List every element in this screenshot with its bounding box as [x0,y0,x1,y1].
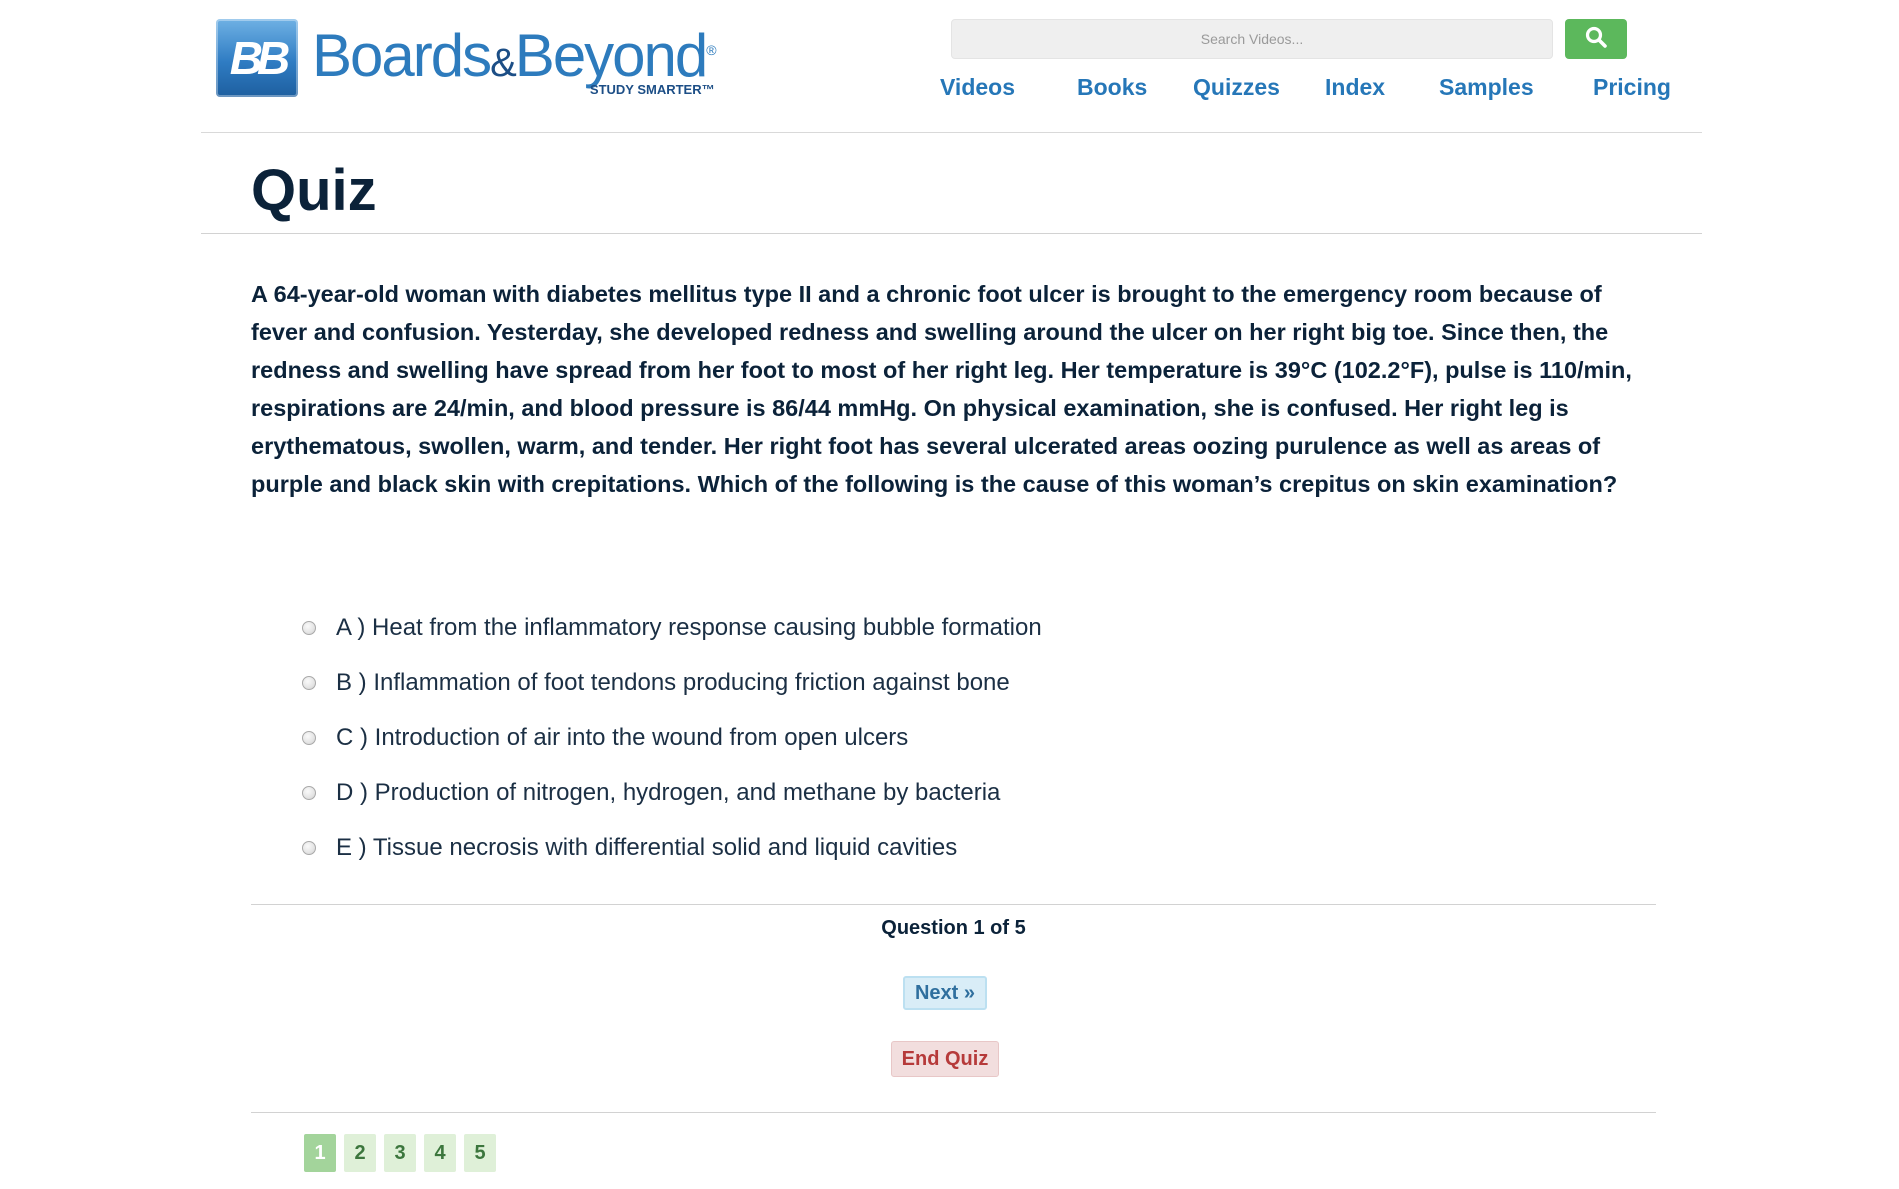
search-placeholder: Search Videos... [1200,31,1304,47]
nav-quizzes[interactable]: Quizzes [1193,74,1280,101]
end-quiz-button[interactable]: End Quiz [891,1041,999,1077]
answer-option-a[interactable]: A ) Heat from the inflammatory response … [302,600,1502,655]
answer-options: A ) Heat from the inflammatory response … [302,600,1502,875]
pager-page-1[interactable]: 1 [304,1134,336,1172]
radio-button[interactable] [302,785,316,800]
answer-option-b[interactable]: B ) Inflammation of foot tendons produci… [302,655,1502,710]
nav-books[interactable]: Books [1077,74,1147,101]
options-divider [251,904,1656,905]
radio-button[interactable] [302,730,316,745]
answer-option-label: A ) Heat from the inflammatory response … [336,613,1042,641]
radio-button[interactable] [302,620,316,635]
logo-registered: ® [706,42,716,58]
main-nav: Videos Books Quizzes Index Samples Prici… [201,74,1702,108]
search-button[interactable] [1565,19,1627,59]
nav-pricing[interactable]: Pricing [1593,74,1671,101]
page: BB Boards&Beyond® STUDY SMARTER™ Search … [0,0,1899,1189]
pager-page-2[interactable]: 2 [344,1134,376,1172]
answer-option-e[interactable]: E ) Tissue necrosis with differential so… [302,820,1502,875]
answer-option-label: E ) Tissue necrosis with differential so… [336,833,958,861]
page-title: Quiz [251,158,377,223]
footer-divider [251,1112,1656,1113]
question-pager: 1 2 3 4 5 [304,1134,496,1172]
answer-option-label: C ) Introduction of air into the wound f… [336,723,909,751]
next-button[interactable]: Next » [903,976,987,1010]
answer-option-d[interactable]: D ) Production of nitrogen, hydrogen, an… [302,765,1502,820]
radio-button[interactable] [302,675,316,690]
nav-videos[interactable]: Videos [940,74,1015,101]
answer-option-label: B ) Inflammation of foot tendons produci… [336,668,1010,696]
pager-page-3[interactable]: 3 [384,1134,416,1172]
pager-page-4[interactable]: 4 [424,1134,456,1172]
title-divider [201,233,1702,234]
search-input[interactable]: Search Videos... [951,19,1553,59]
question-stem: A 64-year-old woman with diabetes mellit… [251,281,1632,497]
site-header: BB Boards&Beyond® STUDY SMARTER™ Search … [201,0,1702,133]
nav-samples[interactable]: Samples [1439,74,1534,101]
answer-option-label: D ) Production of nitrogen, hydrogen, an… [336,778,1001,806]
answer-option-c[interactable]: C ) Introduction of air into the wound f… [302,710,1502,765]
nav-index[interactable]: Index [1325,74,1385,101]
pager-page-5[interactable]: 5 [464,1134,496,1172]
radio-button[interactable] [302,840,316,855]
question-counter: Question 1 of 5 [881,917,1026,939]
search-icon [1584,25,1608,54]
